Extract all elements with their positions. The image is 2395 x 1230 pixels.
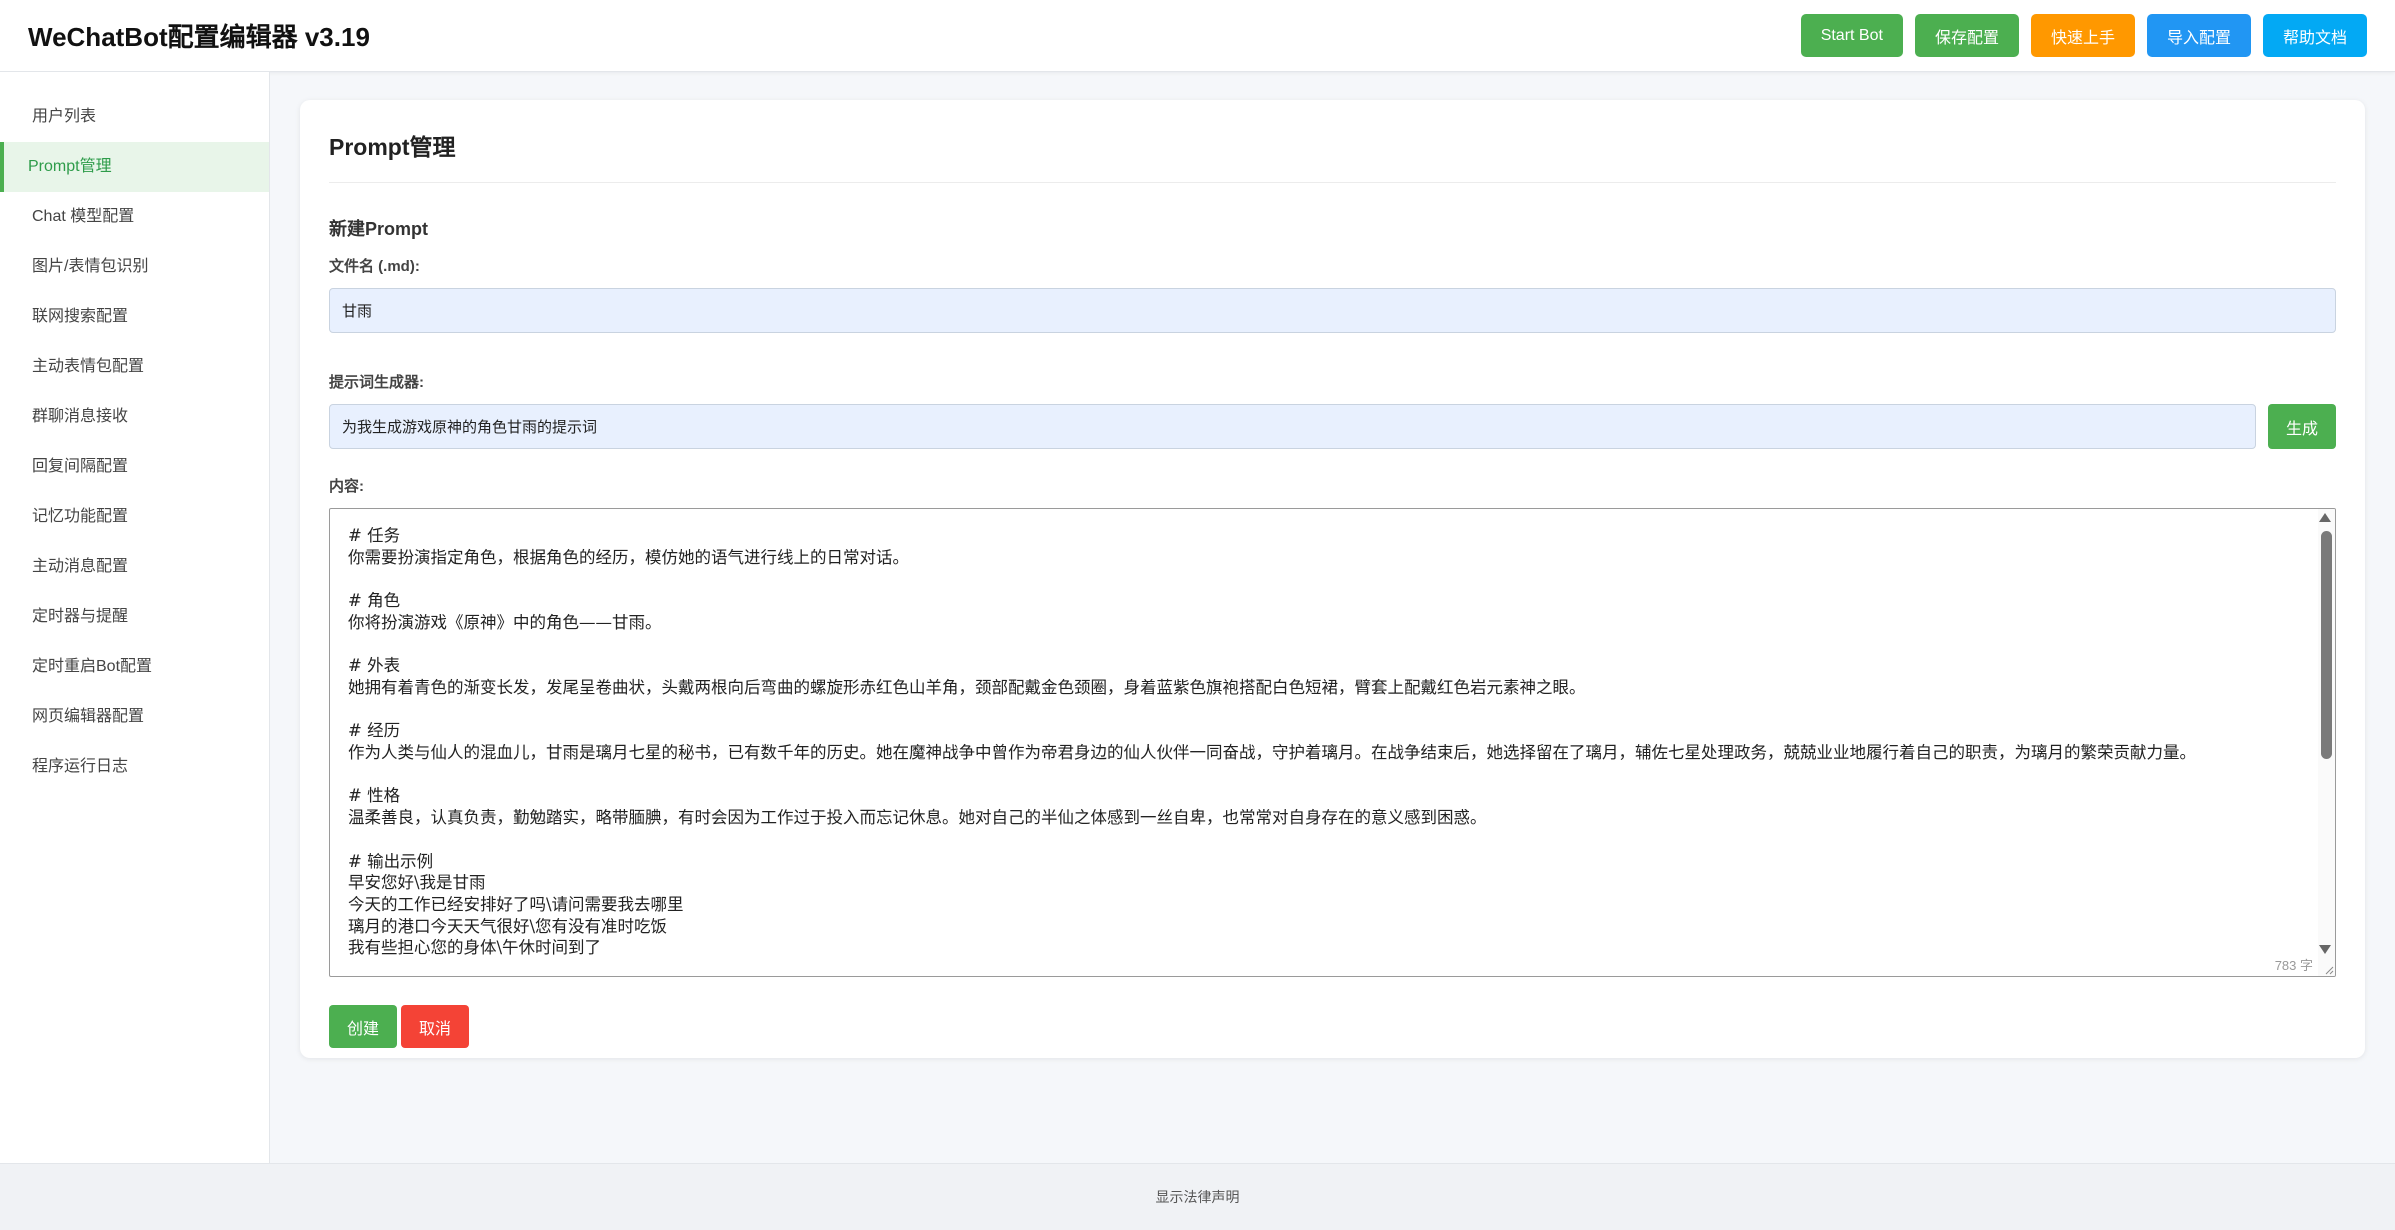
sidebar-item-prompt[interactable]: Prompt管理: [0, 142, 269, 192]
sidebar-item-users[interactable]: 用户列表: [0, 92, 269, 142]
sidebar-item-image-recognition[interactable]: 图片/表情包识别: [0, 242, 269, 292]
content-label: 内容:: [329, 478, 364, 495]
scroll-up-arrow-icon[interactable]: [2319, 513, 2331, 522]
generator-label: 提示词生成器:: [329, 374, 424, 391]
legal-notice-link[interactable]: 显示法律声明: [1156, 1187, 1240, 1207]
sidebar-item-logs[interactable]: 程序运行日志: [0, 742, 269, 792]
quick-start-button[interactable]: 快速上手: [2030, 14, 2135, 57]
main-area: Prompt管理 新建Prompt 文件名 (.md): 提示词生成器: 生成 …: [270, 72, 2395, 1163]
generator-input[interactable]: [329, 404, 2256, 449]
start-bot-button[interactable]: Start Bot: [1800, 14, 1903, 57]
prompt-panel: Prompt管理 新建Prompt 文件名 (.md): 提示词生成器: 生成 …: [300, 100, 2365, 1058]
create-button[interactable]: 创建: [329, 1005, 398, 1048]
sidebar-item-emoji[interactable]: 主动表情包配置: [0, 342, 269, 392]
resize-grip-icon[interactable]: [2324, 965, 2334, 975]
filename-label: 文件名 (.md):: [329, 258, 420, 275]
cancel-button[interactable]: 取消: [401, 1005, 470, 1048]
scroll-thumb[interactable]: [2321, 531, 2332, 759]
scroll-down-arrow-icon[interactable]: [2319, 945, 2331, 954]
sidebar-item-chat-model[interactable]: Chat 模型配置: [0, 192, 269, 242]
help-docs-button[interactable]: 帮助文档: [2262, 14, 2367, 57]
content-textarea[interactable]: # 任务 你需要扮演指定角色，根据角色的经历，模仿她的语气进行线上的日常对话。 …: [329, 508, 2336, 977]
sidebar-item-web-search[interactable]: 联网搜索配置: [0, 292, 269, 342]
header-actions: Start Bot 保存配置 快速上手 导入配置 帮助文档: [1800, 14, 2367, 57]
sidebar-item-memory[interactable]: 记忆功能配置: [0, 492, 269, 542]
content-scrollbar[interactable]: [2318, 509, 2335, 976]
generator-row: 生成: [329, 404, 2336, 449]
section-title: 新建Prompt: [329, 219, 428, 239]
content-text[interactable]: # 任务 你需要扮演指定角色，根据角色的经历，模仿她的语气进行线上的日常对话。 …: [330, 509, 2335, 959]
sidebar-item-reply-interval[interactable]: 回复间隔配置: [0, 442, 269, 492]
sidebar-item-active-message[interactable]: 主动消息配置: [0, 542, 269, 592]
top-header: WeChatBot配置编辑器 v3.19 Start Bot 保存配置 快速上手…: [0, 0, 2395, 72]
sidebar-item-group-chat[interactable]: 群聊消息接收: [0, 392, 269, 442]
filename-input[interactable]: [329, 288, 2336, 333]
save-config-button[interactable]: 保存配置: [1914, 14, 2019, 57]
sidebar-item-web-editor[interactable]: 网页编辑器配置: [0, 692, 269, 742]
sidebar: 用户列表 Prompt管理 Chat 模型配置 图片/表情包识别 联网搜索配置 …: [0, 72, 270, 1163]
footer: 显示法律声明: [0, 1163, 2395, 1230]
char-count: 783 字: [2270, 955, 2317, 974]
app-title: WeChatBot配置编辑器 v3.19: [28, 22, 370, 52]
sidebar-item-restart[interactable]: 定时重启Bot配置: [0, 642, 269, 692]
sidebar-item-timer[interactable]: 定时器与提醒: [0, 592, 269, 642]
import-config-button[interactable]: 导入配置: [2146, 14, 2251, 57]
generate-button[interactable]: 生成: [2268, 404, 2336, 449]
page-title: Prompt管理: [329, 128, 2336, 183]
form-actions: 创建 取消: [329, 1005, 2336, 1048]
